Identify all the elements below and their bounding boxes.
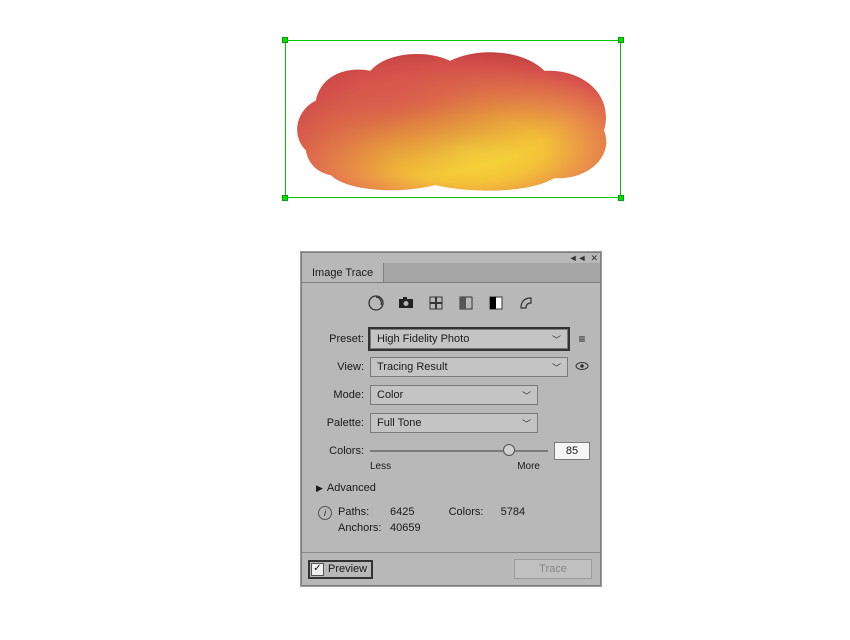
checkbox-icon: ✓ — [311, 563, 324, 576]
trace-preset-icons — [302, 283, 600, 321]
grayscale-icon[interactable] — [456, 293, 476, 313]
eye-icon[interactable] — [574, 359, 590, 376]
view-select[interactable]: Tracing Result﹀ — [370, 357, 568, 377]
palette-label: Palette: — [312, 417, 364, 429]
selection-handle[interactable] — [618, 195, 624, 201]
mode-select[interactable]: Color﹀ — [370, 385, 538, 405]
close-icon[interactable]: ✕ — [590, 253, 598, 264]
slider-thumb[interactable] — [503, 444, 515, 456]
collapse-icon[interactable]: ◄◄ — [569, 253, 587, 263]
outline-icon[interactable] — [516, 293, 536, 313]
triangle-right-icon: ▶ — [316, 483, 323, 494]
mode-label: Mode: — [312, 389, 364, 401]
info-icon: i — [318, 506, 332, 520]
image-trace-panel: ◄◄ ✕ Image Trace Preset: High Fidelity P… — [301, 252, 601, 586]
preview-checkbox[interactable]: ✓ Preview — [310, 562, 371, 577]
watercolor-image — [286, 41, 620, 198]
selection-handle[interactable] — [618, 37, 624, 43]
slider-max-label: More — [517, 461, 540, 472]
selection-handle[interactable] — [282, 37, 288, 43]
slider-min-label: Less — [370, 461, 391, 472]
preset-label: Preset: — [312, 333, 364, 345]
colors-slider[interactable] — [370, 442, 548, 460]
auto-color-icon[interactable] — [366, 293, 386, 313]
palette-select[interactable]: Full Tone﹀ — [370, 413, 538, 433]
colors-input[interactable]: 85 — [554, 442, 590, 460]
panel-titlebar: ◄◄ ✕ — [302, 253, 600, 263]
trace-stats: i Paths:6425 Anchors:40659 Colors:5784 — [312, 500, 590, 546]
view-label: View: — [312, 361, 364, 373]
advanced-toggle[interactable]: ▶ Advanced — [312, 476, 590, 500]
tab-image-trace[interactable]: Image Trace — [302, 263, 384, 282]
chevron-down-icon: ﹀ — [552, 361, 561, 374]
panel-tabs: Image Trace — [302, 263, 600, 283]
swatch-icon[interactable] — [426, 293, 446, 313]
selection-handle[interactable] — [282, 195, 288, 201]
camera-icon[interactable] — [396, 293, 416, 313]
colors-label: Colors: — [312, 445, 364, 457]
preset-select[interactable]: High Fidelity Photo﹀ — [370, 329, 568, 349]
preset-menu-icon[interactable]: ≡ — [574, 332, 590, 346]
bw-icon[interactable] — [486, 293, 506, 313]
chevron-down-icon: ﹀ — [552, 333, 561, 346]
chevron-down-icon: ﹀ — [522, 389, 531, 402]
trace-button: Trace — [514, 559, 592, 579]
selected-artwork[interactable] — [285, 40, 621, 198]
chevron-down-icon: ﹀ — [522, 417, 531, 430]
